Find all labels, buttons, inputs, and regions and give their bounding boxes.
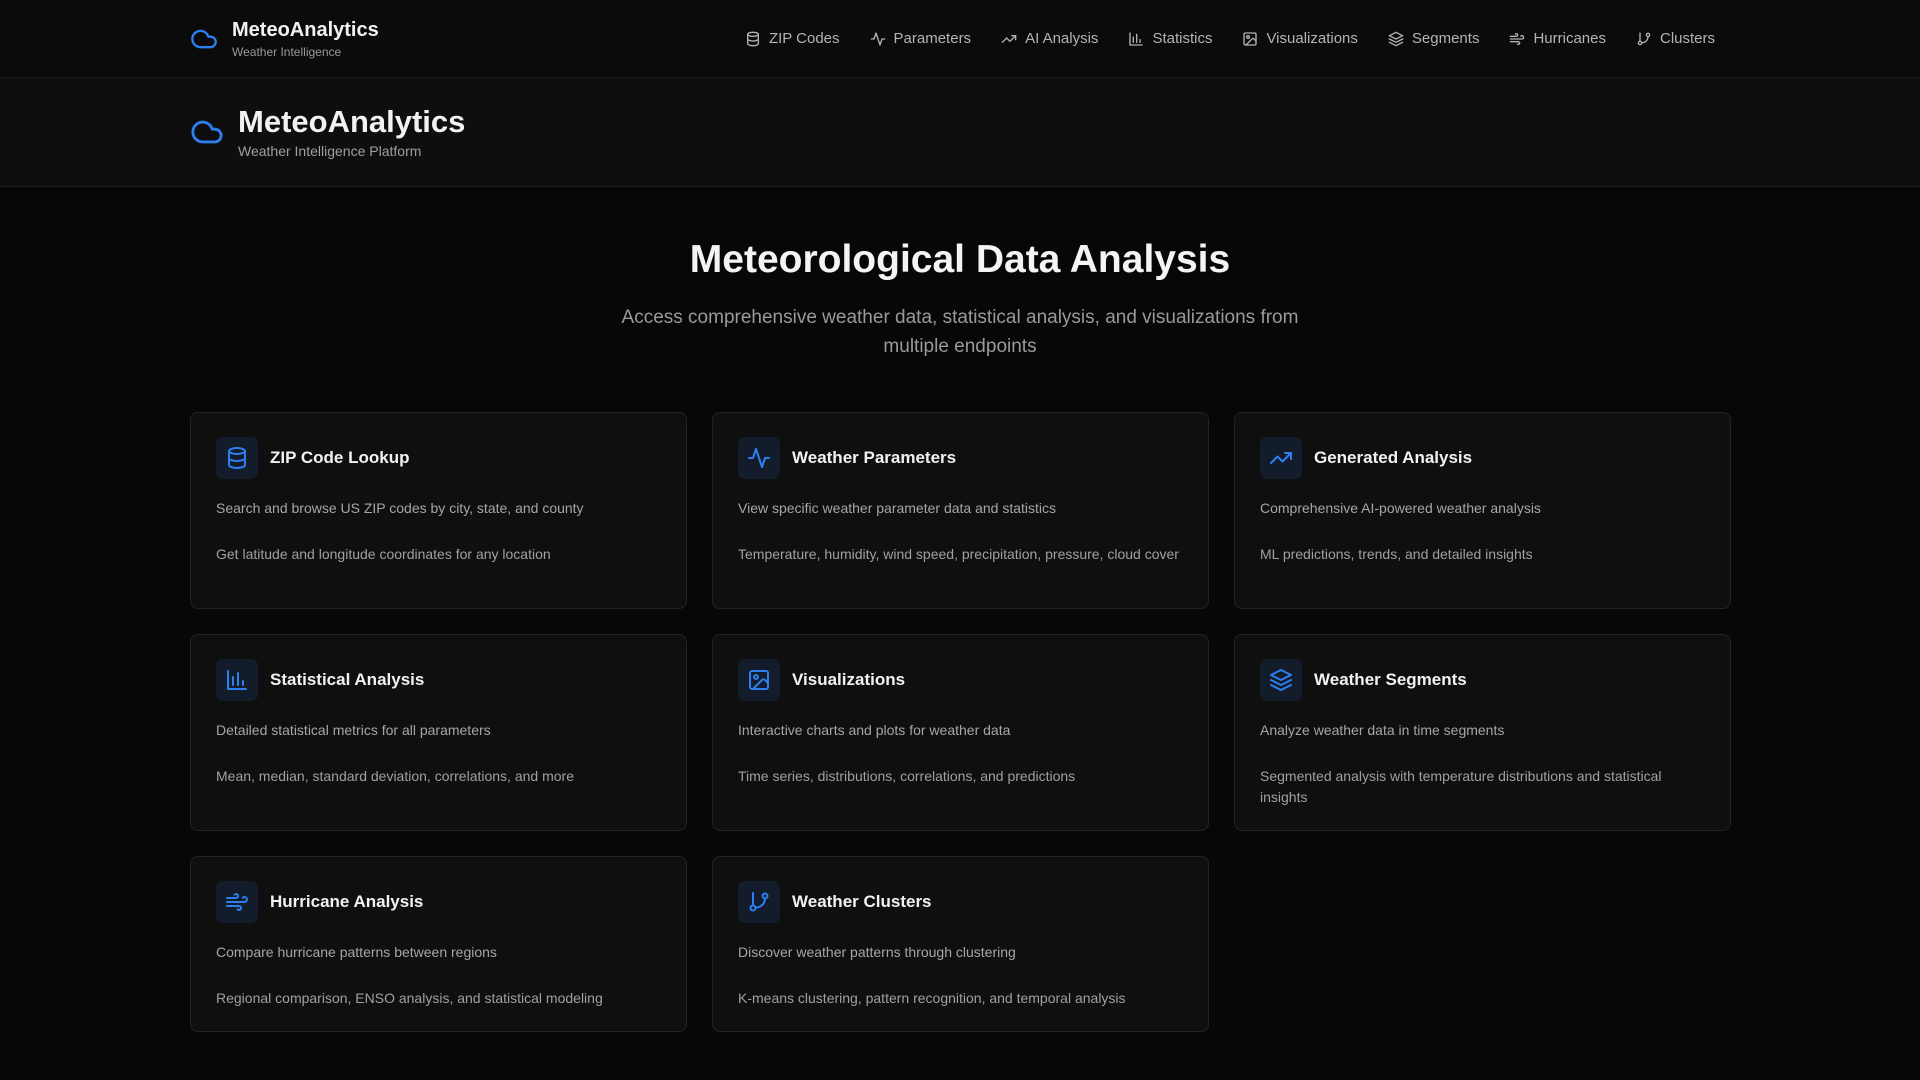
nav-item-label: AI Analysis: [1025, 30, 1099, 47]
activity-icon: [738, 437, 780, 479]
nav-item-label: Parameters: [893, 30, 972, 47]
card-title: Weather Segments: [1314, 670, 1467, 689]
card-title: Hurricane Analysis: [270, 892, 424, 911]
main-nav: ZIP Codes Parameters AI Analysis Statist…: [730, 22, 1730, 55]
brand-subtitle: Weather Intelligence: [232, 44, 342, 59]
wind-icon: [216, 881, 258, 923]
nav-item-parameters[interactable]: Parameters: [855, 22, 987, 55]
card-detail: K-means clustering, pattern recognition,…: [738, 990, 1126, 1006]
layers-icon: [1388, 31, 1404, 47]
activity-icon: [870, 31, 886, 47]
cloud-icon: [190, 25, 218, 53]
platform-subtitle: Weather Intelligence Platform: [238, 143, 422, 159]
card-title: Weather Parameters: [792, 448, 957, 467]
brand[interactable]: MeteoAnalytics Weather Intelligence: [190, 18, 379, 60]
nav-item-segments[interactable]: Segments: [1373, 22, 1495, 55]
nav-item-label: Segments: [1411, 30, 1480, 47]
card-description: Compare hurricane patterns between regio…: [216, 944, 497, 960]
card-description: Discover weather patterns through cluste…: [738, 944, 1016, 960]
image-icon: [738, 659, 780, 701]
card-description: Comprehensive AI-powered weather analysi…: [1260, 500, 1541, 516]
card-description: Analyze weather data in time segments: [1260, 722, 1505, 738]
feature-grid: ZIP Code Lookup Search and browse US ZIP…: [0, 361, 1920, 1032]
trending-up-icon: [1260, 437, 1302, 479]
top-navigation: MeteoAnalytics Weather Intelligence ZIP …: [0, 0, 1920, 78]
database-icon: [216, 437, 258, 479]
cloud-icon: [190, 115, 224, 149]
nav-item-ai-analysis[interactable]: AI Analysis: [986, 22, 1113, 55]
nav-item-hurricanes[interactable]: Hurricanes: [1494, 22, 1621, 55]
bar-chart-icon: [216, 659, 258, 701]
card-title: Generated Analysis: [1314, 448, 1473, 467]
nav-item-label: Visualizations: [1266, 30, 1358, 47]
card-generated-analysis[interactable]: Generated Analysis Comprehensive AI-powe…: [1234, 412, 1731, 609]
card-weather-parameters[interactable]: Weather Parameters View specific weather…: [712, 412, 1209, 609]
sub-header: MeteoAnalytics Weather Intelligence Plat…: [0, 78, 1920, 187]
card-detail: Get latitude and longitude coordinates f…: [216, 546, 551, 562]
card-detail: Segmented analysis with temperature dist…: [1260, 768, 1662, 805]
card-weather-clusters[interactable]: Weather Clusters Discover weather patter…: [712, 856, 1209, 1032]
page-title: Meteorological Data Analysis: [689, 238, 1231, 281]
card-hurricane-analysis[interactable]: Hurricane Analysis Compare hurricane pat…: [190, 856, 687, 1032]
card-description: Detailed statistical metrics for all par…: [216, 722, 491, 738]
nav-item-clusters[interactable]: Clusters: [1621, 22, 1730, 55]
card-zip-code-lookup[interactable]: ZIP Code Lookup Search and browse US ZIP…: [190, 412, 687, 609]
card-statistical-analysis[interactable]: Statistical Analysis Detailed statistica…: [190, 634, 687, 831]
page-description: Access comprehensive weather data, stati…: [621, 307, 1299, 357]
card-detail: Regional comparison, ENSO analysis, and …: [216, 990, 603, 1006]
card-description: Interactive charts and plots for weather…: [738, 722, 1011, 738]
nav-item-zip-codes[interactable]: ZIP Codes: [730, 22, 855, 55]
nav-item-visualizations[interactable]: Visualizations: [1227, 22, 1372, 55]
nav-item-statistics[interactable]: Statistics: [1113, 22, 1227, 55]
card-title: Weather Clusters: [792, 892, 932, 911]
database-icon: [745, 31, 761, 47]
git-branch-icon: [1636, 31, 1652, 47]
brand-title: MeteoAnalytics: [232, 18, 379, 41]
card-detail: Time series, distributions, correlations…: [738, 768, 1076, 784]
platform-title: MeteoAnalytics: [238, 104, 466, 139]
card-detail: Temperature, humidity, wind speed, preci…: [738, 546, 1179, 562]
card-visualizations[interactable]: Visualizations Interactive charts and pl…: [712, 634, 1209, 831]
nav-item-label: Hurricanes: [1533, 30, 1606, 47]
nav-item-label: Statistics: [1152, 30, 1213, 47]
card-description: Search and browse US ZIP codes by city, …: [216, 500, 584, 516]
wind-icon: [1509, 31, 1525, 47]
git-branch-icon: [738, 881, 780, 923]
bar-chart-icon: [1128, 31, 1144, 47]
card-detail: Mean, median, standard deviation, correl…: [216, 768, 574, 784]
card-description: View specific weather parameter data and…: [738, 500, 1057, 516]
layers-icon: [1260, 659, 1302, 701]
trending-up-icon: [1001, 31, 1017, 47]
image-icon: [1242, 31, 1258, 47]
nav-item-label: Clusters: [1659, 30, 1715, 47]
card-weather-segments[interactable]: Weather Segments Analyze weather data in…: [1234, 634, 1731, 831]
card-title: Visualizations: [792, 670, 906, 689]
nav-item-label: ZIP Codes: [768, 30, 840, 47]
card-title: ZIP Code Lookup: [270, 448, 410, 467]
hero: Meteorological Data Analysis Access comp…: [0, 187, 1920, 361]
card-title: Statistical Analysis: [270, 670, 425, 689]
card-detail: ML predictions, trends, and detailed ins…: [1260, 546, 1533, 562]
